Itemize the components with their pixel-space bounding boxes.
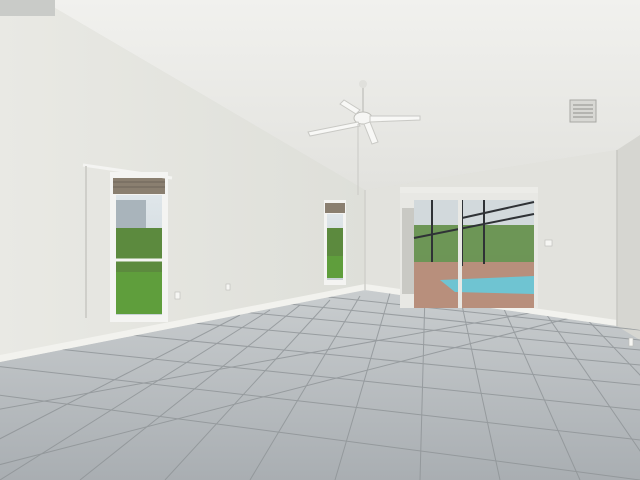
outlet-icon — [628, 337, 634, 347]
outlet-icon — [225, 283, 231, 291]
ceiling-corner — [0, 0, 55, 16]
air-vent-icon — [569, 99, 597, 123]
empty-room-photo — [0, 0, 640, 480]
outlet-icon — [174, 291, 181, 300]
light-switch-icon — [544, 239, 553, 247]
sliding-door — [400, 187, 538, 308]
small-window — [324, 200, 346, 285]
